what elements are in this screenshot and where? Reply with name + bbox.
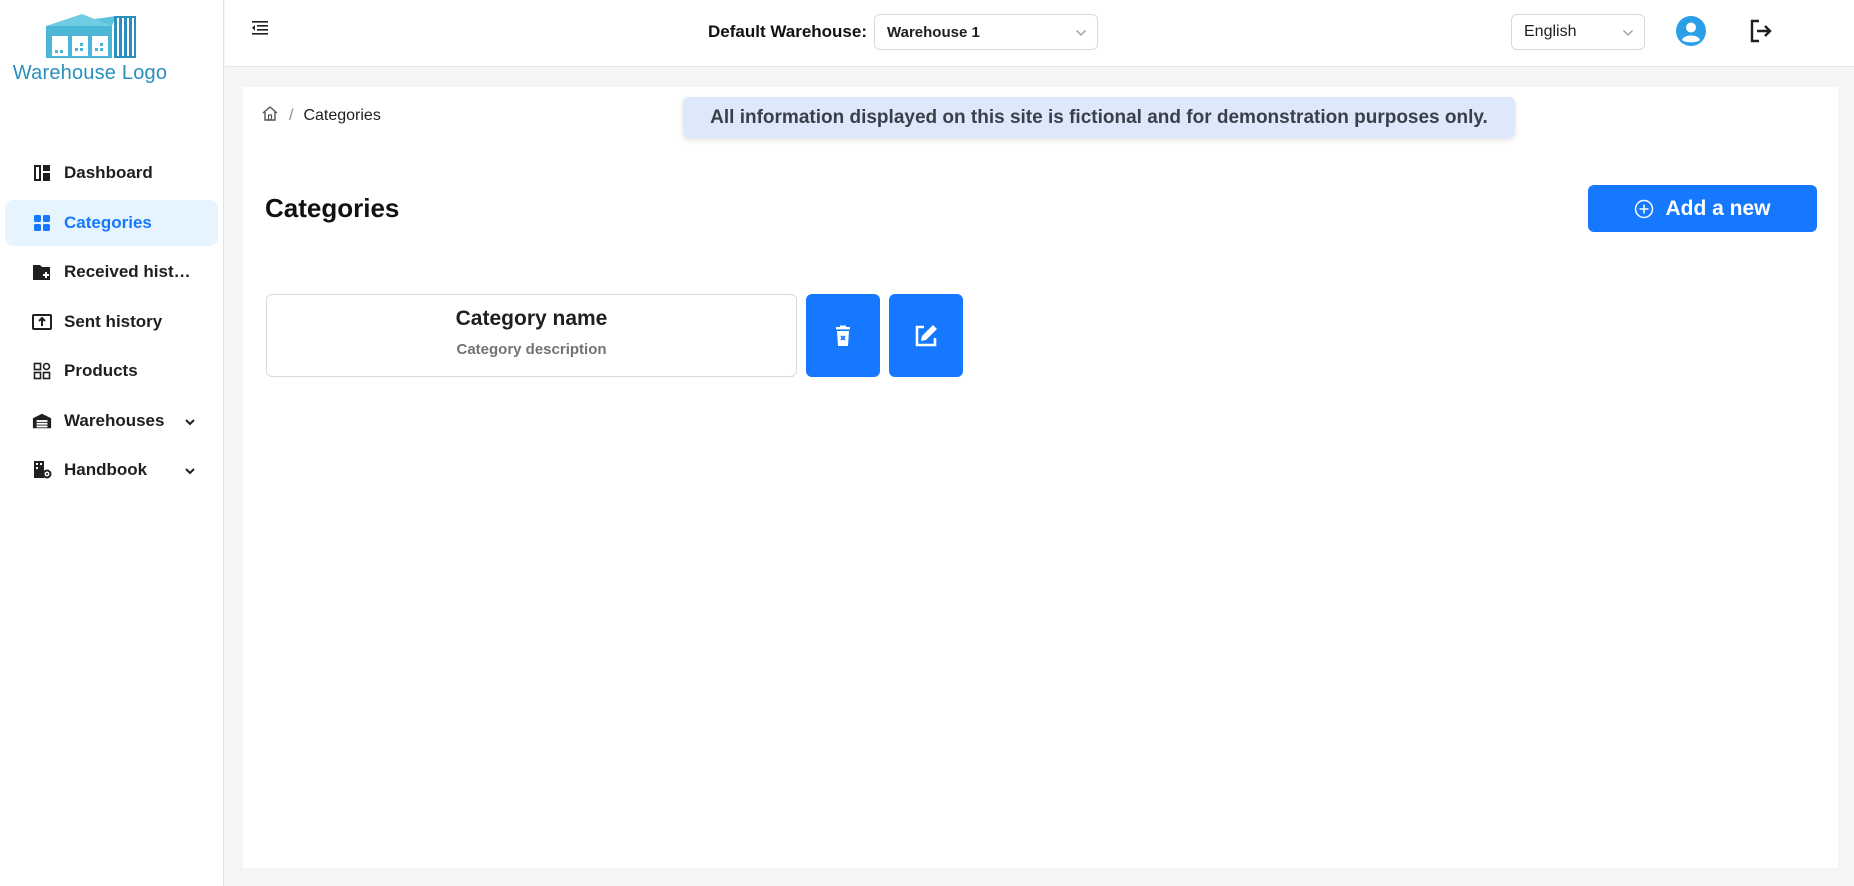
sidebar-item-received-history[interactable]: Received history xyxy=(5,249,218,295)
sidebar-menu: Dashboard Categories Received history Se… xyxy=(5,150,218,497)
sidebar-item-warehouses[interactable]: Warehouses xyxy=(5,398,218,444)
add-new-button-label: Add a new xyxy=(1665,196,1771,220)
chevron-down-icon[interactable] xyxy=(184,413,196,433)
logo[interactable]: Warehouse Logo xyxy=(0,12,180,85)
breadcrumb-separator: / xyxy=(289,106,294,124)
categories-icon xyxy=(32,213,52,233)
main-content: / Categories All information displayed o… xyxy=(243,87,1838,868)
menu-fold-icon[interactable] xyxy=(251,20,269,41)
plus-circle-icon xyxy=(1635,199,1654,218)
sidebar-item-categories[interactable]: Categories xyxy=(5,199,218,246)
sidebar-item-label: Warehouses xyxy=(64,410,165,430)
page-title: Categories xyxy=(265,193,400,223)
dashboard-icon xyxy=(32,163,52,183)
language-select[interactable]: English xyxy=(1511,14,1645,50)
sidebar: Warehouse Logo Dashboard Categories Rece… xyxy=(0,0,224,886)
default-warehouse-label: Default Warehouse: xyxy=(708,22,868,41)
chevron-down-icon[interactable] xyxy=(184,462,196,482)
demo-notice-banner: All information displayed on this site i… xyxy=(683,97,1515,138)
logo-text: Warehouse Logo xyxy=(12,62,168,84)
edit-icon xyxy=(915,324,937,346)
sidebar-item-label: Handbook xyxy=(64,460,148,479)
sidebar-item-products[interactable]: Products xyxy=(5,348,218,394)
breadcrumb: / Categories xyxy=(261,105,381,126)
sidebar-item-sent-history[interactable]: Sent history xyxy=(5,299,218,345)
app-root: Warehouse Logo Dashboard Categories Rece… xyxy=(0,0,1854,886)
edit-category-button[interactable] xyxy=(889,294,963,377)
sidebar-item-label: Categories xyxy=(64,212,152,232)
logout-icon[interactable] xyxy=(1748,18,1774,49)
trash-icon xyxy=(836,325,850,346)
handbook-icon xyxy=(32,460,52,480)
sidebar-item-label: Products xyxy=(64,361,138,380)
warehouse-select-value: Warehouse 1 xyxy=(887,23,980,41)
sidebar-item-label: Received history xyxy=(64,262,199,281)
home-icon[interactable] xyxy=(261,105,279,126)
sidebar-item-handbook[interactable]: Handbook xyxy=(5,447,218,493)
received-history-icon xyxy=(32,262,52,282)
sidebar-item-label: Dashboard xyxy=(64,163,153,182)
sent-history-icon xyxy=(32,312,52,332)
chevron-down-icon xyxy=(1622,26,1634,44)
warehouse-logo-icon xyxy=(46,14,136,58)
add-new-button[interactable]: Add a new xyxy=(1588,185,1817,232)
delete-category-button[interactable] xyxy=(806,294,880,377)
sidebar-item-dashboard[interactable]: Dashboard xyxy=(5,150,218,196)
category-name: Category name xyxy=(455,307,608,330)
products-icon xyxy=(32,361,52,381)
breadcrumb-current: Categories xyxy=(303,106,381,124)
language-select-value: English xyxy=(1524,23,1577,40)
user-avatar-icon[interactable] xyxy=(1675,15,1707,52)
warehouse-select[interactable]: Warehouse 1 xyxy=(874,14,1098,50)
category-card: Category name Category description xyxy=(266,294,797,377)
top-header: Default Warehouse: Warehouse 1 English xyxy=(225,0,1854,67)
warehouse-icon xyxy=(32,411,52,431)
sidebar-item-label: Sent history xyxy=(64,311,163,331)
chevron-down-icon xyxy=(1075,26,1087,43)
category-description: Category description xyxy=(456,341,607,358)
